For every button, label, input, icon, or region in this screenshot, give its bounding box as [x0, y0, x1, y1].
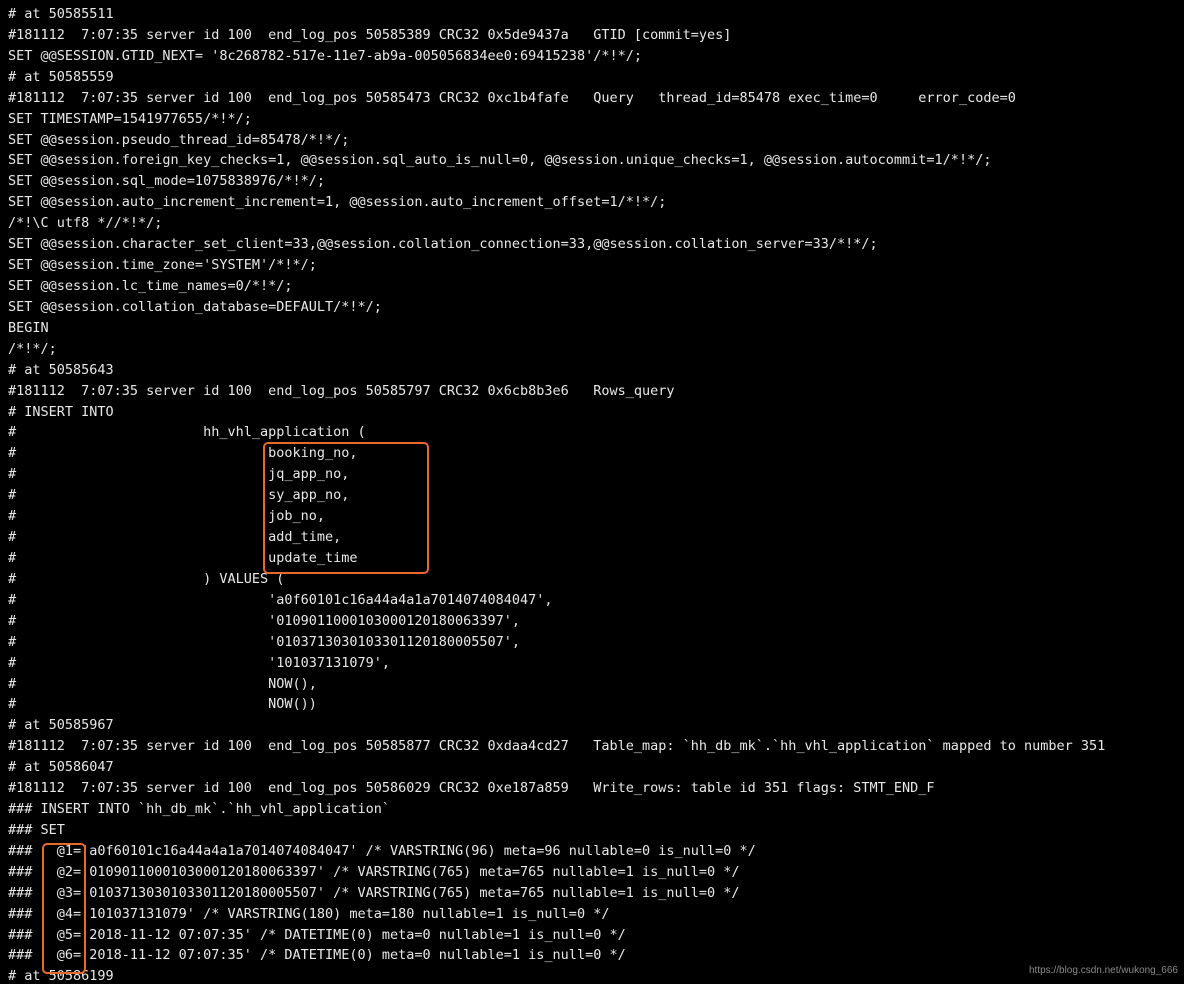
- terminal-output-screen: # at 50585511 #181112 7:07:35 server id …: [0, 0, 1184, 984]
- watermark-text: https://blog.csdn.net/wukong_666: [1029, 963, 1178, 979]
- highlight-columns-box: [263, 442, 429, 574]
- highlight-atsigns-box: [42, 843, 86, 974]
- binlog-dump: # at 50585511 #181112 7:07:35 server id …: [0, 0, 1184, 984]
